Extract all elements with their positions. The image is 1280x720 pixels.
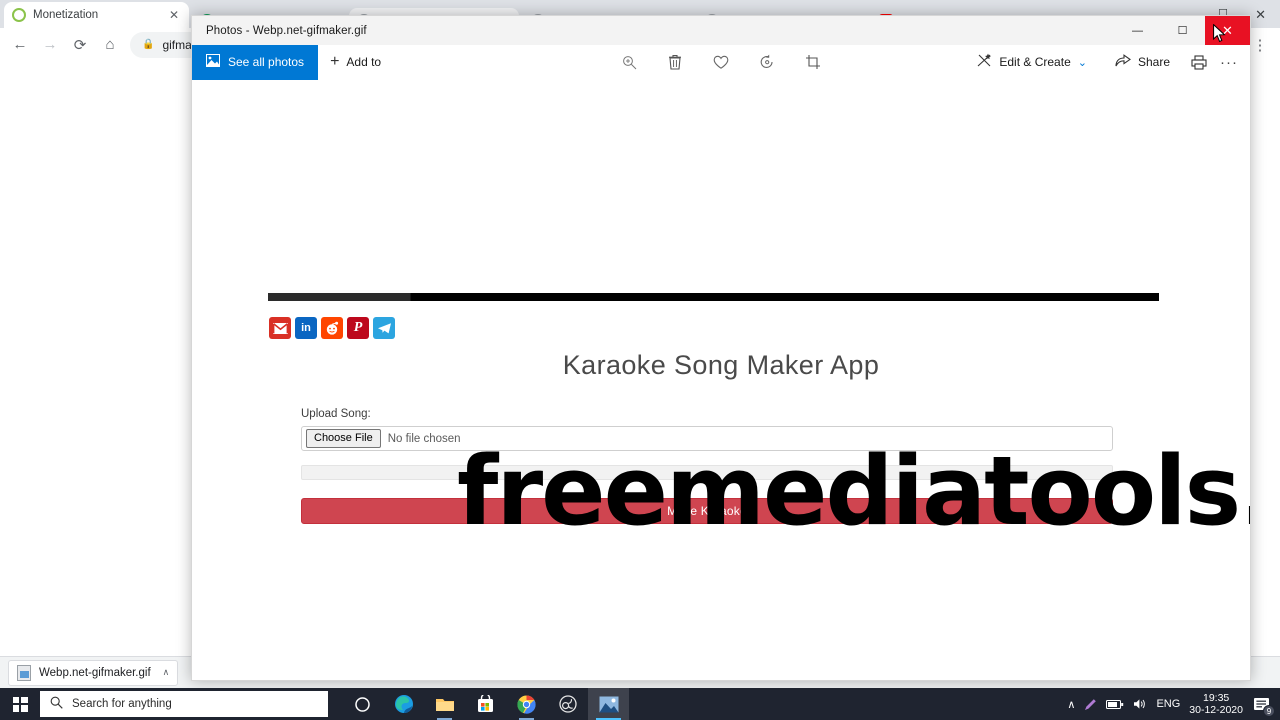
chevron-up-icon[interactable]: ∧ [163, 667, 170, 678]
no-file-chosen-label: No file chosen [387, 432, 461, 445]
battery-icon[interactable] [1106, 699, 1124, 710]
zoom-icon[interactable] [616, 49, 642, 75]
browser-close-button[interactable]: ✕ [1255, 7, 1266, 23]
monetization-icon [12, 8, 26, 22]
photos-toolbar-right: Edit & Create ⌄ Share ··· [965, 45, 1242, 80]
gmail-share-icon[interactable] [269, 317, 291, 339]
photos-window-title: Photos - Webp.net-gifmaker.gif [206, 24, 367, 37]
gif-file-icon [17, 664, 31, 681]
add-to-button[interactable]: + Add to [318, 45, 393, 80]
telegram-share-icon[interactable] [373, 317, 395, 339]
language-indicator[interactable]: ENG [1156, 698, 1180, 710]
print-icon[interactable] [1186, 49, 1212, 75]
choose-file-button[interactable]: Choose File [306, 429, 381, 448]
pinterest-share-icon[interactable]: P [347, 317, 369, 339]
volume-icon[interactable] [1133, 698, 1147, 710]
page-title: Karaoke Song Maker App [562, 350, 880, 380]
screen: Monetization ✕ Google Hangouts ✕ Animate… [0, 0, 1280, 720]
microsoft-store-icon[interactable] [465, 688, 506, 720]
edit-and-create-label: Edit & Create [999, 55, 1071, 69]
upload-song-label: Upload Song: [301, 408, 371, 420]
obs-studio-icon[interactable] [547, 688, 588, 720]
download-item[interactable]: Webp.net-gifmaker.gif ∧ [8, 659, 179, 686]
system-tray: ∧ ENG 19:35 30-12-2020 9 [1067, 692, 1280, 717]
download-file-name: Webp.net-gifmaker.gif [39, 666, 151, 679]
see-all-photos-label: See all photos [228, 55, 305, 69]
taskbar-search-box[interactable]: Search for anything [40, 691, 328, 717]
notifications-icon[interactable]: 9 [1252, 694, 1275, 717]
rotate-icon[interactable] [754, 49, 780, 75]
home-icon[interactable]: ⌂ [96, 31, 124, 59]
photos-toolbar: See all photos + Add to Edit & Create ⌄ … [192, 44, 1250, 80]
photos-close-button[interactable]: ✕ [1205, 16, 1250, 45]
reddit-share-icon[interactable] [321, 317, 343, 339]
taskbar-search-placeholder: Search for anything [72, 698, 172, 710]
photos-title-bar: Photos - Webp.net-gifmaker.gif — ☐ ✕ [192, 16, 1250, 45]
pen-icon[interactable] [1084, 698, 1097, 711]
edit-and-create-button[interactable]: Edit & Create ⌄ [965, 45, 1099, 80]
photos-toolbar-center-icons [616, 49, 826, 75]
watermark-text: freemediatools.com [457, 437, 1250, 547]
photos-app-icon[interactable] [588, 688, 629, 720]
notifications-count: 9 [1263, 705, 1275, 717]
page-top-bar [268, 293, 1159, 301]
chevron-down-icon[interactable]: ⌄ [1078, 56, 1087, 69]
google-chrome-icon[interactable] [506, 688, 547, 720]
more-options-icon[interactable]: ··· [1216, 49, 1242, 75]
photos-window-controls: — ☐ ✕ [1115, 16, 1250, 45]
forward-icon[interactable]: → [36, 31, 64, 59]
windows-start-icon[interactable] [0, 688, 40, 720]
file-explorer-icon[interactable] [424, 688, 465, 720]
delete-icon[interactable] [662, 49, 688, 75]
reload-icon[interactable]: ⟳ [66, 31, 94, 59]
clock[interactable]: 19:35 30-12-2020 [1189, 692, 1243, 716]
photos-icon [206, 54, 220, 70]
windows-taskbar: Search for anything ∧ ENG 19:35 30-12-20… [0, 688, 1280, 720]
microsoft-edge-icon[interactable] [383, 688, 424, 720]
crop-icon[interactable] [800, 49, 826, 75]
tab-close-icon[interactable]: ✕ [169, 9, 181, 21]
lock-icon: 🔒 [142, 39, 155, 50]
favorite-icon[interactable] [708, 49, 734, 75]
linkedin-share-icon[interactable]: in [295, 317, 317, 339]
tray-chevron-up-icon[interactable]: ∧ [1067, 698, 1075, 711]
plus-icon: + [330, 53, 340, 70]
add-to-label: Add to [346, 55, 382, 69]
back-icon[interactable]: ← [6, 31, 34, 59]
photos-image-canvas: in P Karaoke Song Maker App Upload Song:… [192, 80, 1250, 680]
see-all-photos-button[interactable]: See all photos [192, 44, 319, 80]
clock-time: 19:35 [1203, 692, 1230, 704]
photos-minimize-button[interactable]: — [1115, 16, 1160, 45]
tab-label: Monetization [33, 9, 99, 21]
share-icon [1115, 53, 1131, 71]
browser-tab-monetization[interactable]: Monetization ✕ [4, 2, 189, 28]
cortana-icon[interactable] [342, 688, 383, 720]
search-icon [50, 696, 63, 712]
share-label: Share [1137, 55, 1170, 69]
taskbar-app-icons [342, 688, 629, 720]
photos-maximize-button[interactable]: ☐ [1160, 16, 1205, 45]
edit-create-icon [977, 53, 992, 71]
share-button[interactable]: Share [1103, 45, 1182, 80]
photos-app-window: Photos - Webp.net-gifmaker.gif — ☐ ✕ See… [191, 15, 1251, 681]
clock-date: 30-12-2020 [1189, 704, 1243, 716]
social-share-row: in P [269, 317, 395, 339]
